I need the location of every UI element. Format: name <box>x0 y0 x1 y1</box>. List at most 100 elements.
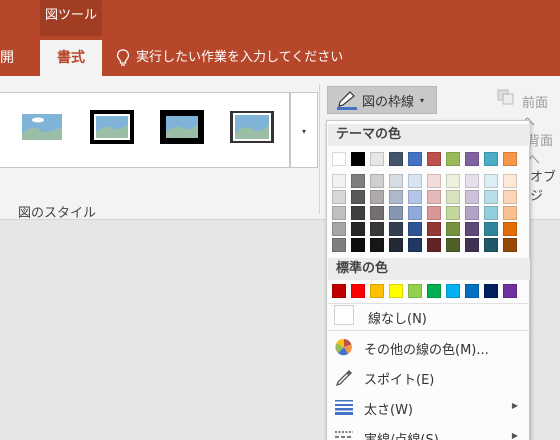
standard-color-swatch[interactable] <box>446 284 460 298</box>
color-swatch[interactable] <box>446 238 460 252</box>
color-swatch[interactable] <box>446 152 460 166</box>
color-swatch[interactable] <box>370 152 384 166</box>
picture-style-black-shadow-frame[interactable] <box>160 110 204 144</box>
send-backward-button[interactable]: 背面へ <box>527 130 560 168</box>
color-swatch[interactable] <box>389 238 403 252</box>
color-swatch[interactable] <box>427 238 441 252</box>
color-swatch[interactable] <box>351 174 365 188</box>
standard-colors-header: 標準の色 <box>328 258 530 280</box>
color-swatch[interactable] <box>484 190 498 204</box>
color-swatch[interactable] <box>484 222 498 236</box>
color-swatch[interactable] <box>484 174 498 188</box>
color-swatch[interactable] <box>408 206 422 220</box>
menu-divider <box>328 330 530 331</box>
color-swatch[interactable] <box>465 152 479 166</box>
tell-me-box[interactable]: 実行したい作業を入力してください <box>116 40 343 76</box>
color-swatch[interactable] <box>351 152 365 166</box>
color-swatch[interactable] <box>427 174 441 188</box>
color-swatch[interactable] <box>484 238 498 252</box>
color-swatch[interactable] <box>370 206 384 220</box>
selection-pane-button[interactable]: オブジ <box>530 166 560 204</box>
color-swatch[interactable] <box>484 206 498 220</box>
standard-color-swatch[interactable] <box>408 284 422 298</box>
color-swatch[interactable] <box>389 190 403 204</box>
color-swatch[interactable] <box>408 238 422 252</box>
color-swatch[interactable] <box>332 174 346 188</box>
submenu-arrow-icon: ▶ <box>511 401 518 410</box>
weight-item[interactable]: 太さ(W) ▶ <box>328 393 530 421</box>
color-swatch[interactable] <box>408 190 422 204</box>
color-swatch[interactable] <box>351 222 365 236</box>
dashes-label: 実線/点線(S) <box>364 429 439 440</box>
no-outline-item[interactable]: 線なし(N) <box>328 302 530 330</box>
standard-color-swatch[interactable] <box>332 284 346 298</box>
color-swatch[interactable] <box>503 174 517 188</box>
color-swatch[interactable] <box>503 238 517 252</box>
color-swatch[interactable] <box>427 152 441 166</box>
eyedropper-item[interactable]: スポイト(E) <box>328 363 530 391</box>
color-swatch[interactable] <box>427 206 441 220</box>
color-swatch[interactable] <box>370 174 384 188</box>
color-swatch[interactable] <box>408 152 422 166</box>
color-swatch[interactable] <box>484 152 498 166</box>
tab-developer[interactable]: 開発 <box>0 40 22 76</box>
standard-color-swatch[interactable] <box>427 284 441 298</box>
color-swatch[interactable] <box>351 206 365 220</box>
color-swatch[interactable] <box>465 174 479 188</box>
gallery-more-button[interactable]: ▾ <box>290 92 318 168</box>
color-swatch[interactable] <box>446 174 460 188</box>
standard-color-swatch[interactable] <box>370 284 384 298</box>
color-swatch[interactable] <box>446 206 460 220</box>
color-swatch[interactable] <box>465 190 479 204</box>
theme-colors-header: テーマの色 <box>328 124 530 146</box>
color-swatch[interactable] <box>370 222 384 236</box>
color-swatch[interactable] <box>446 190 460 204</box>
color-swatch[interactable] <box>332 152 346 166</box>
more-outline-colors-item[interactable]: その他の線の色(M)... <box>328 333 530 361</box>
tab-format[interactable]: 書式 <box>40 40 102 76</box>
standard-color-swatch[interactable] <box>351 284 365 298</box>
dashes-item[interactable]: 実線/点線(S) ▶ <box>328 423 530 440</box>
picture-style-simple-frame[interactable] <box>20 110 64 144</box>
color-swatch[interactable] <box>370 190 384 204</box>
color-swatch[interactable] <box>351 238 365 252</box>
color-swatch[interactable] <box>389 222 403 236</box>
group-divider <box>319 84 320 214</box>
color-swatch[interactable] <box>465 206 479 220</box>
color-swatch[interactable] <box>503 206 517 220</box>
picture-tools-context-tab: 図ツール <box>40 0 102 36</box>
color-swatch[interactable] <box>332 206 346 220</box>
color-swatch[interactable] <box>503 190 517 204</box>
picture-style-white-frame[interactable] <box>230 110 274 144</box>
standard-color-swatch[interactable] <box>503 284 517 298</box>
chevron-down-icon: ▾ <box>420 95 425 105</box>
color-swatch[interactable] <box>503 152 517 166</box>
standard-color-swatch[interactable] <box>484 284 498 298</box>
color-swatch[interactable] <box>389 152 403 166</box>
color-swatch[interactable] <box>408 174 422 188</box>
submenu-arrow-icon: ▶ <box>511 431 518 440</box>
picture-border-menu: テーマの色 標準の色 線なし(N) その他の線の色(M)... スポイト(E) <box>326 120 530 440</box>
color-wheel-icon <box>335 338 352 356</box>
picture-style-thick-black-frame[interactable] <box>90 110 134 144</box>
color-swatch[interactable] <box>427 190 441 204</box>
color-swatch[interactable] <box>408 222 422 236</box>
color-swatch[interactable] <box>332 222 346 236</box>
color-swatch[interactable] <box>351 190 365 204</box>
picture-border-button[interactable]: 図の枠線 ▾ <box>327 86 437 114</box>
color-swatch[interactable] <box>332 190 346 204</box>
color-swatch[interactable] <box>446 222 460 236</box>
color-swatch[interactable] <box>389 206 403 220</box>
color-swatch[interactable] <box>465 238 479 252</box>
tell-me-text: 実行したい作業を入力してください <box>136 50 344 65</box>
standard-color-swatch[interactable] <box>465 284 479 298</box>
color-swatch[interactable] <box>465 222 479 236</box>
standard-color-swatch[interactable] <box>389 284 403 298</box>
color-swatch[interactable] <box>370 238 384 252</box>
color-swatch[interactable] <box>332 238 346 252</box>
color-swatch[interactable] <box>503 222 517 236</box>
color-swatch[interactable] <box>389 174 403 188</box>
color-swatch[interactable] <box>427 222 441 236</box>
eyedropper-icon <box>335 370 352 386</box>
more-outline-colors-label: その他の線の色(M)... <box>364 343 489 358</box>
